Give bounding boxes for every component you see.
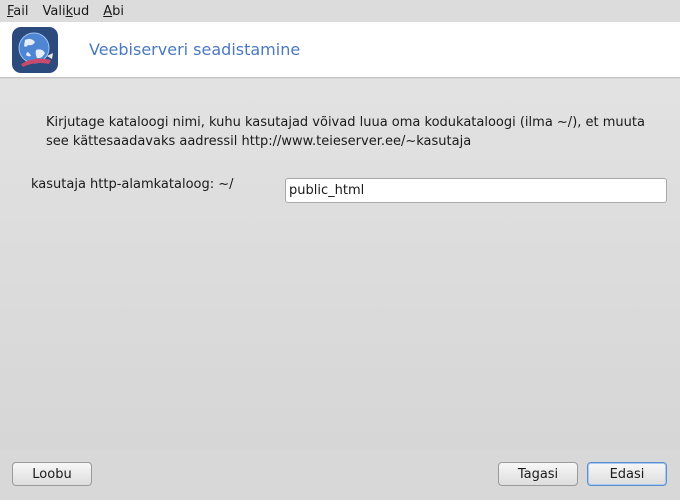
subdirectory-input[interactable] xyxy=(285,178,667,203)
menu-help-rest: bi xyxy=(112,3,124,19)
next-button[interactable]: Edasi xyxy=(587,462,667,486)
menu-options[interactable]: Valikud xyxy=(43,4,90,19)
menu-file-rest: ail xyxy=(13,3,29,19)
back-button[interactable]: Tagasi xyxy=(498,462,578,486)
menu-help-mnemonic: A xyxy=(103,3,113,19)
wizard-content: Kirjutage kataloogi nimi, kuhu kasutajad… xyxy=(0,79,680,450)
menu-help[interactable]: Abi xyxy=(103,4,124,19)
description-text: Kirjutage kataloogi nimi, kuhu kasutajad… xyxy=(46,115,645,149)
button-bar: Loobu Tagasi Edasi xyxy=(0,450,680,500)
globe-icon xyxy=(12,26,58,73)
page-title: Veebiserveri seadistamine xyxy=(89,40,301,59)
menu-bar: Fail Valikud Abi xyxy=(0,0,680,22)
menu-options-pre: Vali xyxy=(42,3,66,19)
menu-options-mnemonic: k xyxy=(65,3,73,19)
subdirectory-label: kasutaja http-alamkataloog: ~/ xyxy=(31,177,234,192)
menu-options-rest: ud xyxy=(72,3,90,19)
menu-file[interactable]: Fail xyxy=(7,4,29,19)
wizard-header: Veebiserveri seadistamine xyxy=(0,22,680,78)
cancel-button[interactable]: Loobu xyxy=(12,462,92,486)
